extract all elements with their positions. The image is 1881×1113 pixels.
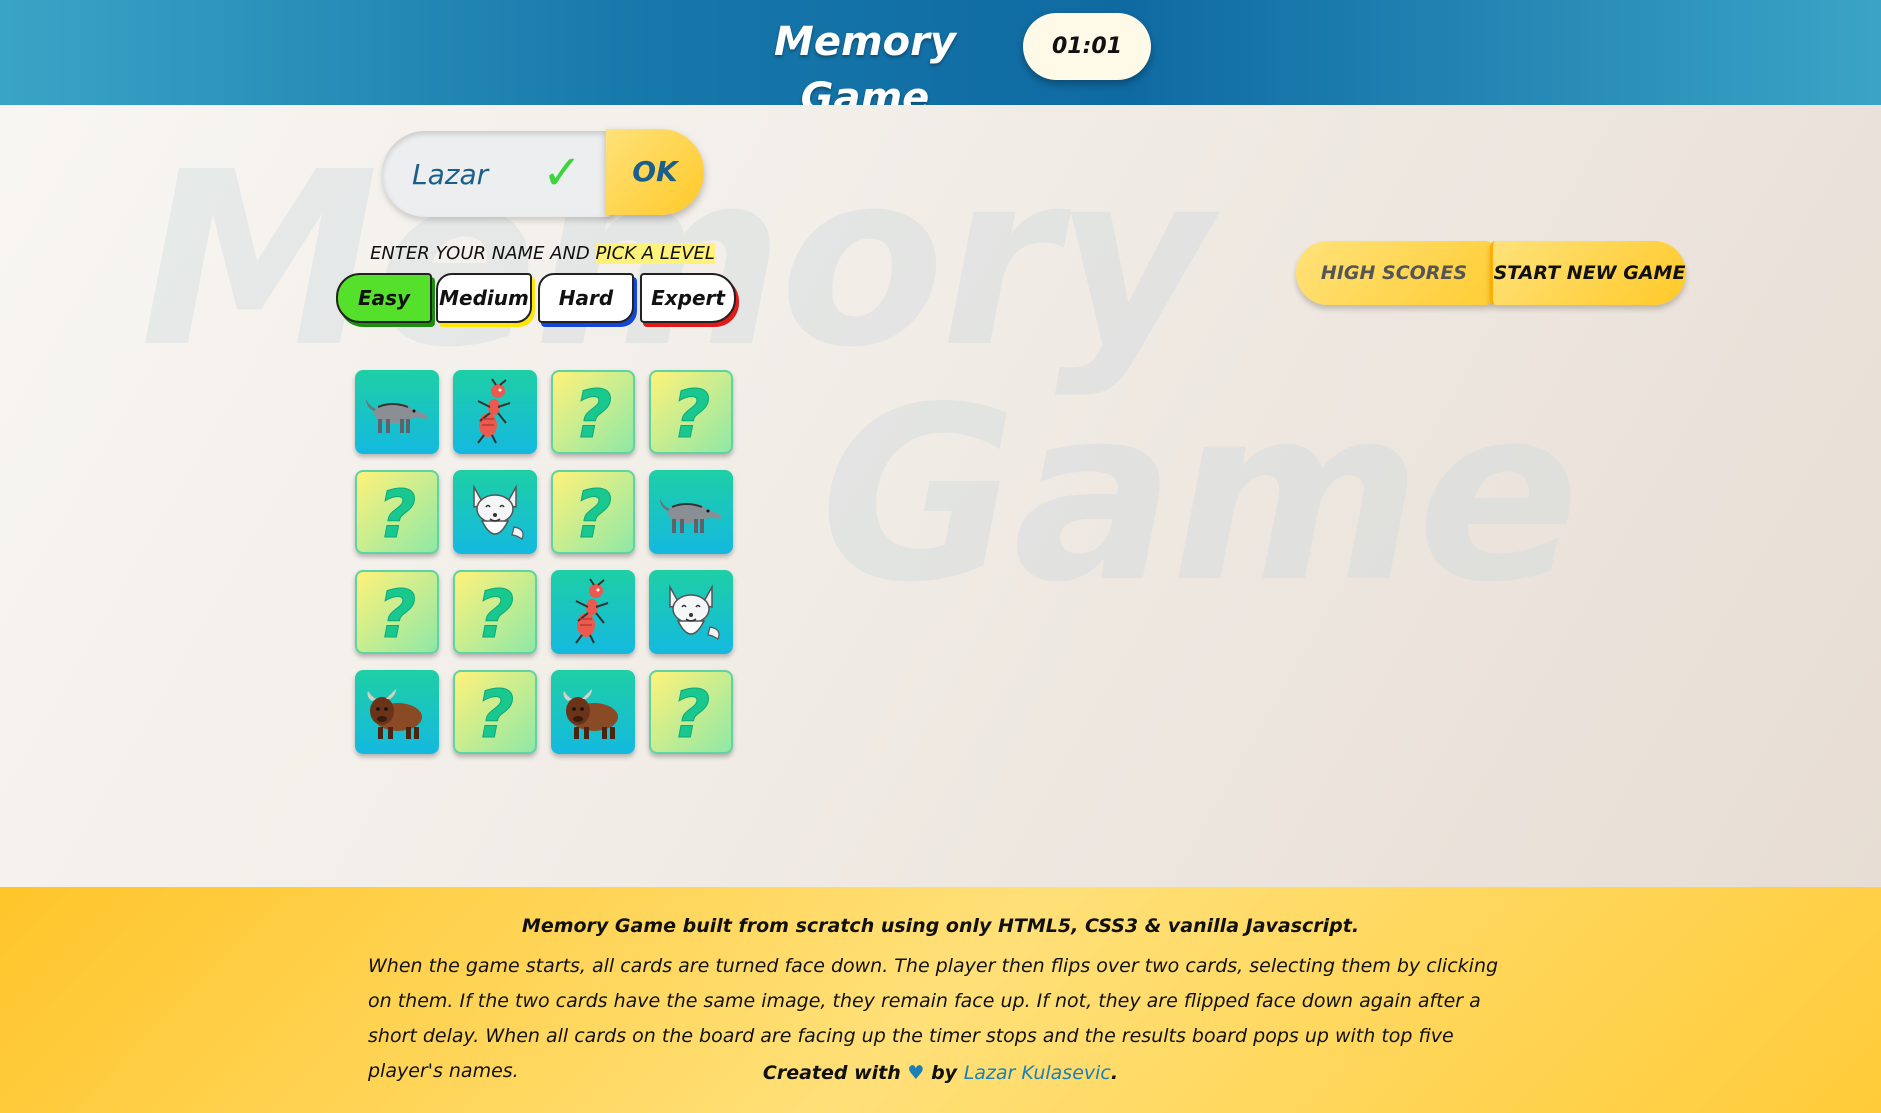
instructions-highlight: PICK A LEVEL: [595, 243, 715, 264]
credit-prefix: Created with: [762, 1062, 901, 1084]
question-mark-icon: ?: [377, 477, 416, 547]
card-arctic-fox[interactable]: [649, 570, 733, 654]
card-face-down[interactable]: ?: [649, 670, 733, 754]
card-face-down[interactable]: ?: [649, 370, 733, 454]
anteater-icon: [366, 399, 428, 433]
footer-credit: Created with ♥ by Lazar Kulasevic.: [0, 1062, 1881, 1084]
card-board: ????????: [355, 370, 735, 760]
main-area: Memory Game ✓ OK ENTER YOUR NAME AND PIC…: [0, 105, 1881, 887]
timer-display: 01:01: [1023, 13, 1151, 80]
start-new-game-button[interactable]: START NEW GAME: [1490, 241, 1686, 305]
arctic-fox-icon: [669, 584, 720, 640]
high-scores-button[interactable]: HIGH SCORES: [1296, 241, 1492, 305]
ant-icon: [575, 578, 609, 644]
question-mark-icon: ?: [671, 377, 710, 447]
svg-text:?: ?: [476, 577, 514, 647]
question-mark-icon: ?: [671, 677, 710, 747]
instructions-text: ENTER YOUR NAME AND: [370, 243, 596, 264]
credit-suffix: .: [1110, 1062, 1119, 1084]
level-hard-button[interactable]: Hard: [538, 273, 634, 323]
svg-text:?: ?: [574, 377, 612, 447]
name-input[interactable]: [412, 151, 532, 197]
name-form: ✓: [382, 131, 612, 217]
level-expert-button[interactable]: Expert: [640, 273, 736, 323]
question-mark-icon: ?: [573, 477, 612, 547]
card-face-down[interactable]: ?: [551, 470, 635, 554]
header-bar: Memory Game 01:01: [0, 0, 1881, 121]
footer-heading: Memory Game built from scratch using onl…: [521, 915, 1360, 937]
svg-text:?: ?: [476, 677, 514, 747]
svg-text:?: ?: [378, 477, 416, 547]
level-easy-button[interactable]: Easy: [336, 273, 432, 323]
ok-button[interactable]: OK: [606, 129, 704, 215]
question-mark-icon: ?: [573, 377, 612, 447]
svg-text:?: ?: [672, 677, 710, 747]
card-bison[interactable]: [551, 670, 635, 754]
card-bison[interactable]: [355, 670, 439, 754]
watermark-game: Game: [820, 355, 1580, 635]
card-arctic-fox[interactable]: [453, 470, 537, 554]
level-medium-button[interactable]: Medium: [436, 273, 532, 323]
svg-text:?: ?: [574, 477, 612, 547]
card-anteater[interactable]: [355, 370, 439, 454]
card-anteater[interactable]: [649, 470, 733, 554]
card-ant[interactable]: [453, 370, 537, 454]
level-instructions: ENTER YOUR NAME AND PICK A LEVEL: [360, 243, 725, 264]
card-face-down[interactable]: ?: [355, 470, 439, 554]
svg-text:?: ?: [672, 377, 710, 447]
footer: Memory Game built from scratch using onl…: [0, 887, 1881, 1113]
arctic-fox-icon: [473, 484, 524, 540]
card-face-down[interactable]: ?: [453, 670, 537, 754]
checkmark-icon: ✓: [542, 145, 583, 201]
heart-icon: ♥: [907, 1062, 925, 1084]
card-ant[interactable]: [551, 570, 635, 654]
bison-icon: [563, 689, 618, 739]
anteater-icon: [660, 499, 722, 533]
author-link[interactable]: Lazar Kulasevic: [964, 1062, 1111, 1084]
question-mark-icon: ?: [475, 677, 514, 747]
card-face-down[interactable]: ?: [551, 370, 635, 454]
ant-icon: [477, 378, 511, 444]
question-mark-icon: ?: [475, 577, 514, 647]
credit-by: by: [931, 1062, 958, 1084]
svg-text:?: ?: [378, 577, 416, 647]
bison-icon: [367, 689, 422, 739]
question-mark-icon: ?: [377, 577, 416, 647]
card-face-down[interactable]: ?: [355, 570, 439, 654]
card-face-down[interactable]: ?: [453, 570, 537, 654]
